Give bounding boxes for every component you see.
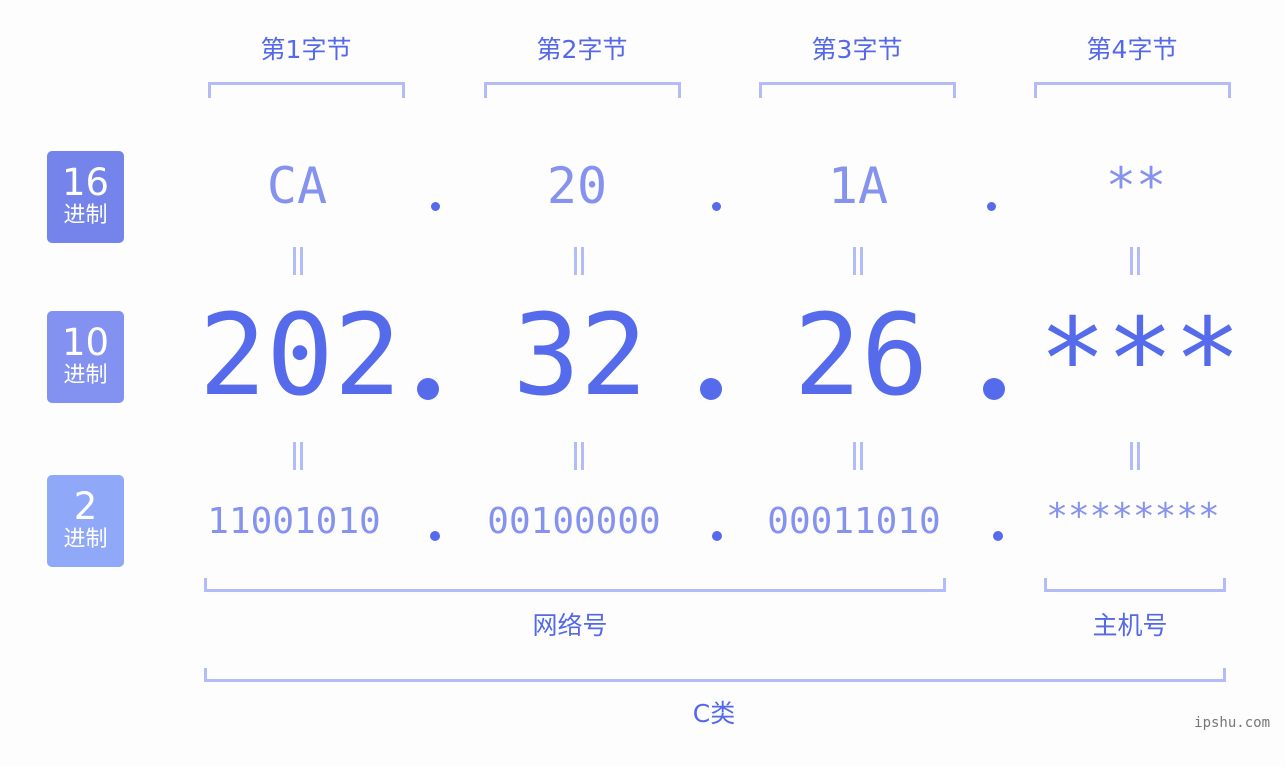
network-label: 网络号 (532, 611, 608, 640)
hex-radix-unit: 进制 (63, 203, 108, 228)
host-bracket (1044, 578, 1226, 592)
dec-radix-number: 10 (61, 321, 110, 364)
dec-radix-badge: 10 进制 (47, 311, 124, 403)
hex-separator-dot (712, 202, 721, 211)
dec-byte-2: 32 (512, 291, 648, 421)
hex-byte-2: 20 (546, 157, 608, 215)
hex-separator-dot (431, 202, 440, 211)
bin-byte-2: 00100000 (487, 501, 661, 542)
hex-separator-dot (987, 202, 996, 211)
bin-separator-dot (993, 531, 1003, 541)
dec-separator-dot (983, 378, 1005, 400)
equals-icon (1128, 247, 1142, 275)
byte-1-bracket (208, 82, 405, 98)
equals-icon (851, 247, 865, 275)
bin-separator-dot (712, 531, 722, 541)
bin-radix-unit: 进制 (63, 527, 108, 552)
equals-icon (291, 442, 305, 470)
equals-icon (572, 442, 586, 470)
host-label: 主机号 (1092, 611, 1168, 640)
byte-2-label: 第2字节 (536, 35, 628, 64)
equals-icon (291, 247, 305, 275)
equals-icon (572, 247, 586, 275)
class-label: C类 (692, 699, 736, 728)
hex-byte-3: 1A (827, 157, 889, 215)
bin-byte-4: ******** (1046, 496, 1220, 537)
dec-separator-dot (700, 378, 722, 400)
hex-byte-1: CA (266, 157, 328, 215)
byte-2-bracket (484, 82, 681, 98)
byte-3-bracket (759, 82, 956, 98)
dec-byte-1: 202 (198, 291, 402, 421)
watermark: ipshu.com (1194, 715, 1270, 731)
network-bracket (204, 578, 946, 592)
byte-3-label: 第3字节 (811, 35, 903, 64)
bin-byte-3: 00011010 (767, 501, 941, 542)
dec-separator-dot (417, 378, 439, 400)
dec-byte-3: 26 (793, 291, 929, 421)
hex-radix-number: 16 (61, 161, 110, 204)
bin-separator-dot (430, 531, 440, 541)
hex-byte-4: ** (1105, 157, 1167, 215)
dec-byte-4: *** (1038, 295, 1242, 425)
byte-1-label: 第1字节 (260, 35, 352, 64)
bin-byte-1: 11001010 (207, 501, 381, 542)
bin-radix-number: 2 (73, 485, 98, 528)
byte-4-label: 第4字节 (1086, 35, 1178, 64)
equals-icon (1128, 442, 1142, 470)
byte-4-bracket (1034, 82, 1231, 98)
dec-radix-unit: 进制 (63, 363, 108, 388)
bin-radix-badge: 2 进制 (47, 475, 124, 567)
class-bracket (204, 668, 1226, 682)
hex-radix-badge: 16 进制 (47, 151, 124, 243)
equals-icon (851, 442, 865, 470)
